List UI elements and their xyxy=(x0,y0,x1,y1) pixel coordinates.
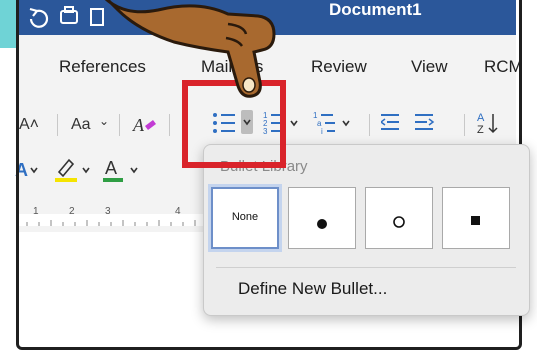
filled-square-icon xyxy=(471,216,480,225)
bullet-option-hollow-circle[interactable] xyxy=(365,187,433,249)
menu-divider xyxy=(216,267,516,268)
bullet-none-label: None xyxy=(231,211,259,223)
bullet-option-filled-circle[interactable] xyxy=(288,187,356,249)
define-new-bullet-button[interactable]: Define New Bullet... xyxy=(238,279,387,299)
hollow-circle-icon xyxy=(393,216,405,228)
bullet-option-none[interactable]: None xyxy=(211,187,279,249)
pointing-hand-icon xyxy=(104,0,276,98)
bullet-library-panel: Bullet Library None Define New Bullet... xyxy=(203,144,530,316)
bullet-option-filled-square[interactable] xyxy=(442,187,510,249)
filled-circle-icon xyxy=(317,219,327,229)
